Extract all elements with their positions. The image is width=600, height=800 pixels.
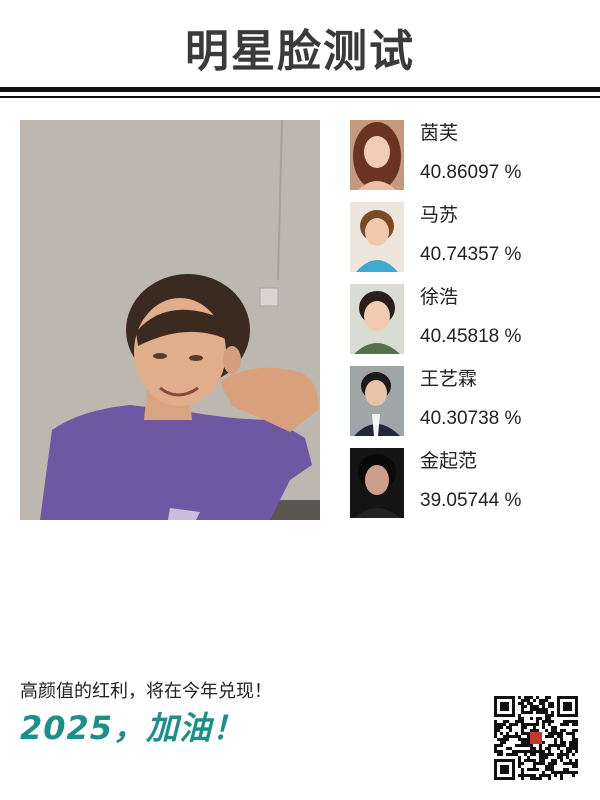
slogan-highlight: 2025，加油！: [20, 709, 246, 747]
qr-code-icon[interactable]: [494, 696, 578, 780]
match-item[interactable]: 金起范 39.05744 %: [350, 448, 580, 520]
match-item[interactable]: 马苏 40.74357 %: [350, 202, 580, 274]
match-photo: [350, 284, 404, 354]
match-name: 徐浩: [420, 286, 459, 308]
slogan-text: 高颜值的红利，将在今年兑现！: [20, 681, 272, 702]
match-item[interactable]: 王艺霖 40.30738 %: [350, 366, 580, 438]
match-photo: [350, 366, 404, 436]
match-score: 40.30738 %: [420, 408, 522, 429]
match-score: 40.45818 %: [420, 326, 522, 347]
match-name: 王艺霖: [420, 368, 478, 390]
match-score: 40.86097 %: [420, 162, 522, 183]
page-title: 明星脸测试: [185, 26, 415, 77]
match-name: 金起范: [420, 450, 478, 472]
match-photo: [350, 202, 404, 272]
match-name: 茵芙: [420, 122, 459, 144]
match-item[interactable]: 茵芙 40.86097 %: [350, 120, 580, 192]
match-score: 39.05744 %: [420, 490, 522, 511]
match-score: 40.74357 %: [420, 244, 522, 265]
user-photo: [20, 120, 320, 520]
match-item[interactable]: 徐浩 40.45818 %: [350, 284, 580, 356]
match-photo: [350, 448, 404, 518]
header-divider-thick: [0, 87, 600, 92]
header-divider-thin: [0, 96, 600, 98]
match-name: 马苏: [420, 204, 459, 226]
match-photo: [350, 120, 404, 190]
